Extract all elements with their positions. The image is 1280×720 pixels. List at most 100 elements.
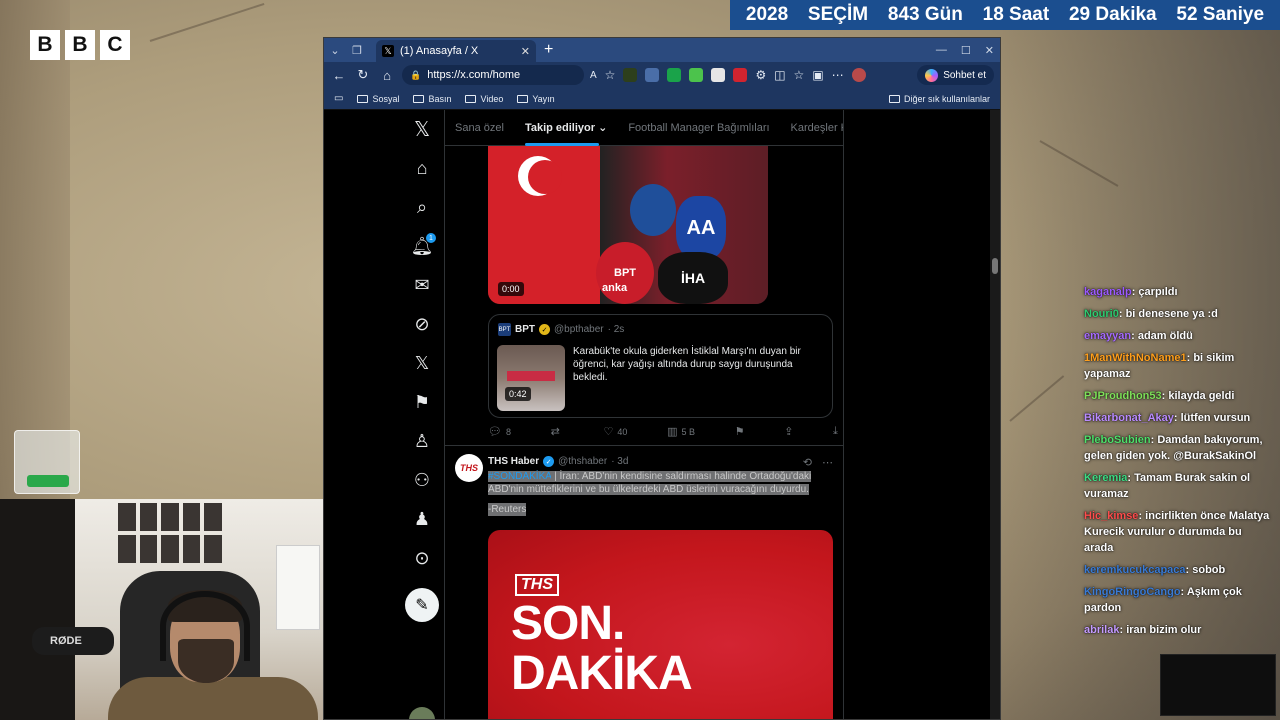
chat-message: emayyan: adam öldü (1084, 330, 1193, 342)
chat-user: 1ManWithNoName1 (1084, 352, 1187, 364)
post-more-icon[interactable]: ⋯ (822, 456, 833, 469)
chat-message: Hic_kimse: incirlikten önce Malatya Kure… (1084, 510, 1270, 554)
more-menu-icon[interactable]: ⋯ (832, 68, 844, 82)
collections-icon[interactable]: ▣ (812, 68, 823, 82)
scroll-thumb[interactable] (992, 258, 998, 274)
post-image[interactable]: THS SON. DAKİKA (488, 530, 833, 719)
reply-icon: 💬︎ (488, 426, 502, 438)
bookmark-label: Diğer sık kullanılanlar (903, 93, 990, 104)
jobs-icon[interactable]: ♙ (402, 422, 442, 461)
quoted-author-name[interactable]: BPT (515, 324, 535, 335)
read-aloud-icon[interactable]: A (590, 70, 597, 81)
ths-avatar[interactable]: THS (455, 454, 483, 482)
minimize-icon[interactable]: — (936, 44, 947, 56)
wall-beam (0, 0, 70, 500)
favorites-icon[interactable]: ☆ (794, 68, 805, 82)
notifications-bell-icon[interactable]: 🔔︎ 1 (402, 227, 442, 266)
page-scrollbar[interactable] (990, 110, 1000, 719)
views-count: 5 B (681, 426, 695, 437)
split-screen-icon[interactable]: ◫ (774, 68, 785, 82)
post-video[interactable]: AA BPT İHA anka 0:00 (488, 146, 768, 304)
author-name[interactable]: THS Haber (488, 456, 539, 467)
copilot-icon (925, 68, 939, 82)
media-headline-line2: DAKİKA (511, 647, 693, 700)
favorite-star-icon[interactable]: ☆ (605, 68, 616, 82)
url-text: https://x.com/home (427, 69, 521, 81)
browser-tab[interactable]: 𝕏 (1) Anasayfa / X ✕ (376, 40, 536, 62)
hashtag-link[interactable]: #SONDAKİKA (488, 471, 552, 482)
extension-icon[interactable] (733, 68, 748, 82)
bookmark-folder[interactable]: Sosyal (357, 94, 399, 104)
bookmark-folder[interactable]: Basın (413, 94, 451, 104)
other-favorites-folder[interactable]: Diğer sık kullanılanlar (888, 93, 990, 104)
quoted-post-text: Karabük'te okula giderken İstiklal Marşı… (573, 346, 801, 383)
bookmark-icon: ⚑ (734, 426, 745, 438)
grok-icon[interactable]: ⊘ (402, 305, 442, 344)
messages-mail-icon[interactable]: ✉ (402, 266, 442, 305)
more-icon[interactable]: ⊙ (402, 539, 442, 578)
home-icon[interactable]: ⌂ (378, 68, 396, 83)
search-icon[interactable]: ⌕ (402, 188, 442, 227)
cam-wall-frames (118, 503, 222, 563)
download-button[interactable]: ⤓ (833, 425, 838, 438)
refresh-icon[interactable]: ↻ (354, 67, 372, 83)
like-button[interactable]: ♡ 40 (604, 425, 628, 438)
site-info-icon[interactable]: 🔒 (410, 70, 421, 81)
post-divider (445, 445, 843, 446)
extension-icon[interactable] (689, 68, 704, 82)
url-field[interactable]: 🔒 https://x.com/home (402, 65, 584, 85)
quoted-post[interactable]: BPT BPT ✓ @bpthaber · 2s 0:42 Karabük'te… (488, 314, 833, 418)
maximize-icon[interactable]: ☐ (961, 44, 971, 57)
extensions-puzzle-icon[interactable]: ⚙ (755, 68, 766, 82)
tab-for-you[interactable]: Sana özel (455, 122, 504, 134)
extension-icon[interactable] (711, 68, 726, 82)
repost-button[interactable]: ⇄ (551, 425, 564, 438)
microphone: RØDE (32, 627, 114, 655)
quoted-author-handle[interactable]: @bpthaber (554, 324, 604, 335)
tab-list-football-manager[interactable]: Football Manager Bağımlıları (628, 122, 769, 134)
account-avatar[interactable] (409, 707, 435, 719)
author-handle[interactable]: @thshaber (558, 456, 607, 467)
compose-post-button[interactable]: ✎ (405, 588, 439, 622)
reply-button[interactable]: 💬︎ 8 (488, 425, 511, 438)
share-button[interactable]: ⇪ (784, 425, 793, 438)
profile-icon[interactable]: ♟ (402, 500, 442, 539)
bookmarks-icon[interactable]: ⚑ (402, 383, 442, 422)
tab-strip-icon[interactable]: ▭ (334, 93, 343, 104)
tab-list-kardesler[interactable]: Kardeşler Kıra (791, 122, 843, 134)
folder-icon (357, 94, 369, 103)
home-icon[interactable]: ⌂ (402, 149, 442, 188)
communities-icon[interactable]: ⚇ (402, 461, 442, 500)
tab-following[interactable]: Takip ediliyor ⌄ (524, 121, 607, 146)
extension-icon[interactable] (645, 68, 660, 82)
tab-actions-chevron-icon[interactable]: ⌄ (324, 39, 346, 61)
chat-user: abrilak (1084, 624, 1120, 636)
bookmark-folder[interactable]: Video (465, 94, 503, 104)
profile-avatar[interactable] (851, 68, 866, 82)
views-chart-icon: ▥ (667, 426, 678, 438)
close-window-icon[interactable]: ✕ (985, 44, 994, 57)
grok-explain-icon[interactable]: ⟲ (803, 456, 812, 469)
x-logo-icon[interactable]: 𝕏 (402, 110, 442, 149)
countdown-seconds: 52 Saniye (1176, 4, 1265, 25)
premium-x-icon[interactable]: 𝕏 (402, 344, 442, 383)
views-button[interactable]: ▥ 5 B (667, 425, 695, 438)
post-text-pipe: | (551, 471, 557, 482)
copilot-chat-button[interactable]: Sohbet et (917, 65, 994, 85)
workspaces-icon[interactable]: ❐ (346, 39, 368, 61)
tab-close-icon[interactable]: ✕ (521, 45, 530, 58)
bookmark-label: Sosyal (372, 93, 400, 104)
chat-text: kilayda geldi (1168, 390, 1235, 402)
bbc-letter: B (65, 30, 95, 60)
extension-icon[interactable] (667, 68, 682, 82)
new-tab-button[interactable]: + (544, 41, 553, 59)
bookmark-folder[interactable]: Yayın (517, 94, 555, 104)
chat-user: keremkucukcapaca (1084, 564, 1186, 576)
bookmark-button[interactable]: ⚑ (735, 425, 745, 438)
extension-icon[interactable] (623, 68, 638, 82)
back-icon[interactable]: ← (330, 68, 348, 83)
folder-icon (413, 94, 425, 103)
timeline-tabs: Sana özel Takip ediliyor ⌄ Football Mana… (445, 110, 843, 146)
post-header: THS Haber ✓ @thshaber · 3d (488, 456, 628, 467)
quoted-video-thumbnail[interactable]: 0:42 (497, 345, 565, 411)
